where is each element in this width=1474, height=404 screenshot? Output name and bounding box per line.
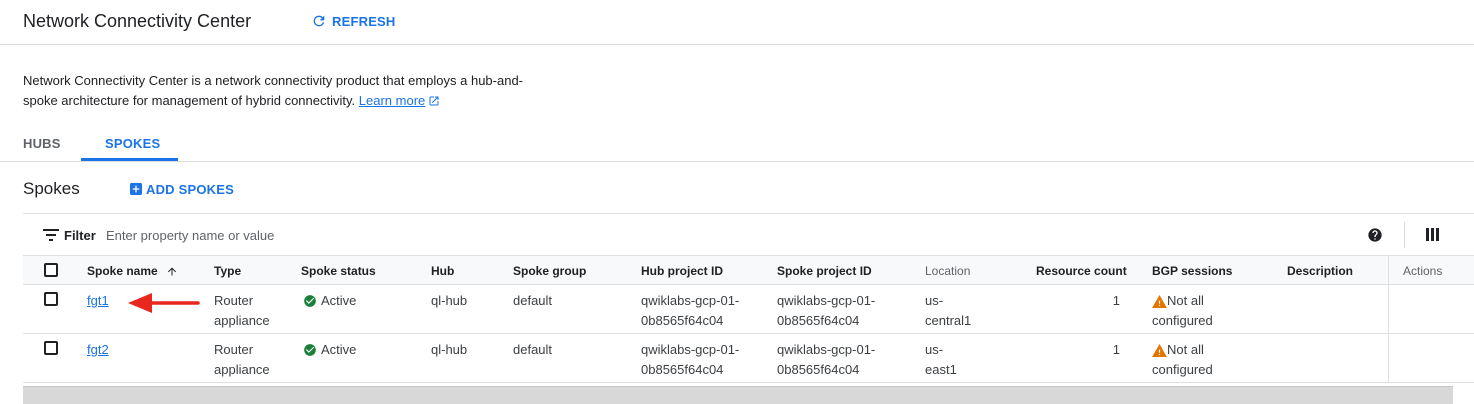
learn-more-link[interactable]: Learn more (359, 93, 425, 108)
spoke-name-link[interactable]: fgt1 (87, 293, 109, 308)
row-checkbox[interactable] (44, 292, 58, 306)
spoke-project-cell: qwiklabs-gcp-01- 0b8565f64c04 (777, 342, 876, 377)
tab-spokes[interactable]: SPOKES (105, 136, 160, 151)
column-header-hub[interactable]: Hub (431, 264, 454, 278)
arrow-up-icon (167, 267, 176, 275)
filter-bar: Filter (23, 214, 1474, 256)
table-row: fgt1 Router appliance Active ql-hub defau… (23, 285, 1474, 334)
column-header-spoke-group[interactable]: Spoke group (513, 264, 586, 278)
refresh-label: REFRESH (332, 13, 396, 29)
tab-hubs[interactable]: HUBS (23, 136, 61, 151)
column-header-description[interactable]: Description (1287, 264, 1353, 278)
add-spokes-label: ADD SPOKES (146, 181, 234, 197)
hub-cell: ql-hub (431, 293, 468, 308)
active-tab-indicator (81, 158, 178, 161)
spoke-group-cell: default (513, 342, 553, 357)
spoke-project-cell: qwiklabs-gcp-01- 0b8565f64c04 (777, 293, 876, 328)
actions-column-divider (1388, 256, 1389, 382)
toolbar-divider (1404, 222, 1405, 248)
tab-bar: HUBS SPOKES (0, 130, 1474, 162)
type-cell: Router appliance (214, 293, 270, 328)
warning-icon (1152, 343, 1167, 357)
page-header: Network Connectivity Center REFRESH (0, 0, 1474, 45)
check-circle-icon (304, 295, 316, 307)
location-cell: us-east1 (925, 342, 957, 377)
hub-cell: ql-hub (431, 342, 468, 357)
refresh-icon (313, 15, 325, 27)
spokes-table: Filter Spoke name Type Spoke status Hub … (23, 213, 1474, 404)
description-text: Network Connectivity Center is a network… (23, 73, 524, 108)
column-header-location[interactable]: Location (925, 264, 970, 278)
column-header-hub-project-id[interactable]: Hub project ID (641, 264, 723, 278)
filter-input[interactable] (106, 224, 606, 246)
resource-count-cell: 1 (1112, 342, 1120, 357)
status-cell: Active (303, 340, 356, 360)
column-header-spoke-name[interactable]: Spoke name (87, 264, 178, 278)
filter-icon (43, 229, 59, 241)
red-arrow-icon (128, 293, 200, 313)
spoke-name-link[interactable]: fgt2 (87, 342, 109, 357)
row-checkbox[interactable] (44, 341, 58, 355)
warning-icon (1152, 294, 1167, 308)
horizontal-scrollbar[interactable] (23, 386, 1453, 404)
spoke-group-cell: default (513, 293, 553, 308)
status-cell: Active (303, 291, 356, 311)
external-link-icon (429, 96, 439, 106)
column-label: Spoke name (87, 264, 158, 278)
column-header-type[interactable]: Type (214, 264, 241, 278)
page-title: Network Connectivity Center (23, 11, 252, 31)
bgp-sessions-cell: Not all configured (1152, 293, 1213, 328)
type-cell: Router appliance (214, 342, 270, 377)
check-circle-icon (304, 344, 316, 356)
add-box-icon (130, 183, 142, 195)
resource-count-cell: 1 (1112, 293, 1120, 308)
column-header-actions: Actions (1403, 264, 1443, 278)
column-header-spoke-status[interactable]: Spoke status (301, 264, 376, 278)
page-description: Network Connectivity Center is a network… (23, 71, 543, 111)
column-display-icon[interactable] (1426, 228, 1440, 241)
bgp-sessions-cell: Not all configured (1152, 342, 1213, 377)
location-cell: us-central1 (925, 293, 972, 328)
select-all-checkbox[interactable] (44, 263, 58, 277)
table-row: fgt2 Router appliance Active ql-hub defau… (23, 334, 1474, 383)
table-header: Spoke name Type Spoke status Hub Spoke g… (23, 256, 1474, 285)
hub-project-cell: qwiklabs-gcp-01- 0b8565f64c04 (641, 342, 740, 377)
column-header-spoke-project-id[interactable]: Spoke project ID (777, 264, 872, 278)
add-spokes-button[interactable]: ADD SPOKES (128, 181, 234, 197)
filter-label: Filter (64, 228, 96, 243)
section-title: Spokes (23, 179, 80, 198)
column-header-bgp-sessions[interactable]: BGP sessions (1152, 264, 1232, 278)
hub-project-cell: qwiklabs-gcp-01- 0b8565f64c04 (641, 293, 740, 328)
refresh-button[interactable]: REFRESH (311, 13, 396, 29)
help-icon[interactable] (1367, 227, 1383, 243)
column-header-resource-count[interactable]: Resource count (1036, 264, 1127, 278)
